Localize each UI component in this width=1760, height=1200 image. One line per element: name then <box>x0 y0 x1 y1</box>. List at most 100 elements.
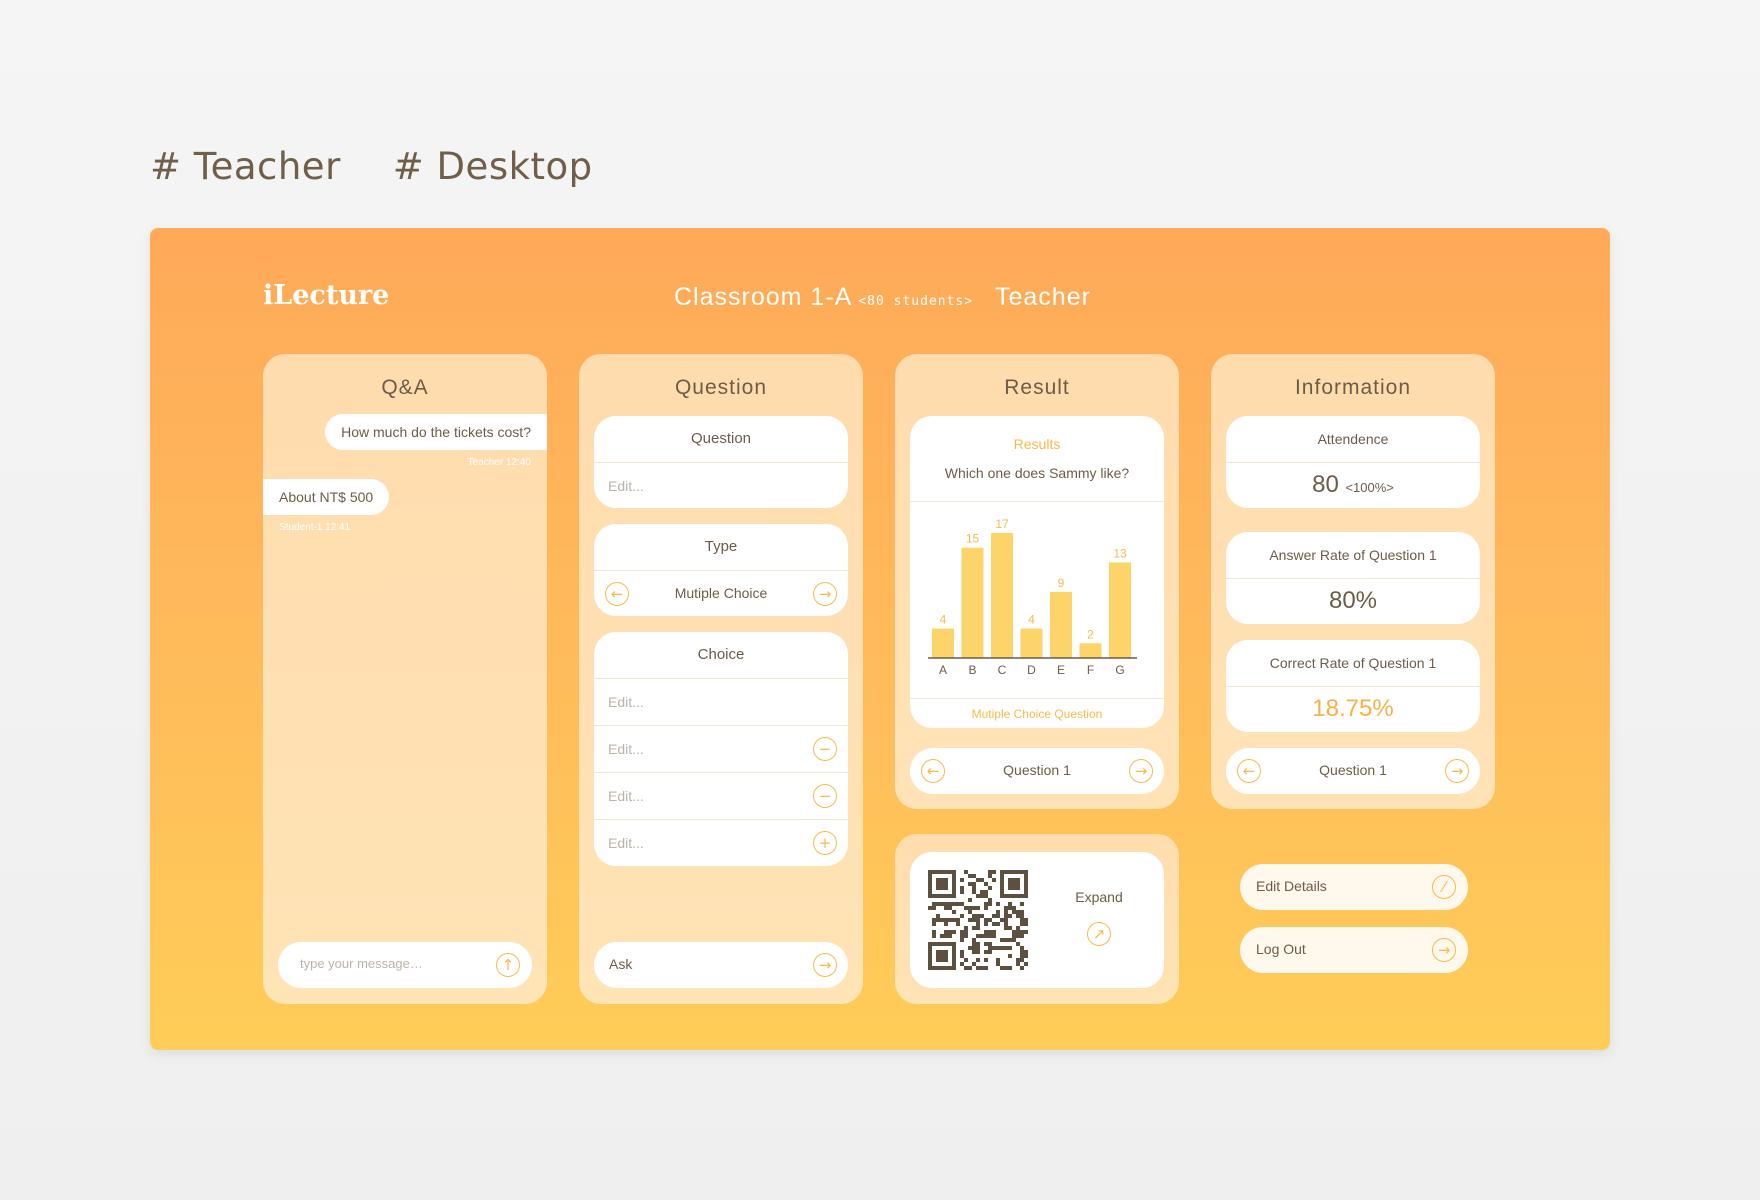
bar-label-G: G <box>1115 663 1124 677</box>
choice-placeholder: Edit... <box>608 741 644 757</box>
qr-code <box>928 870 1028 970</box>
results-bar-chart: 4 A 15 B 17 C 4 D 9 E 2 F 13 G <box>928 517 1137 677</box>
minus-icon[interactable]: − <box>813 784 837 808</box>
choice-placeholder: Edit... <box>608 694 644 710</box>
bar-label-A: A <box>939 663 947 677</box>
choice-placeholder: Edit... <box>608 835 644 851</box>
attendance-value-row: 80 <100%> <box>1226 462 1480 508</box>
chart-footer-text: Mutiple Choice Question <box>971 707 1103 721</box>
question-panel: Question Question Edit... Type ← Mutiple… <box>579 354 863 1004</box>
info-question-nav: ← Question 1 → <box>1226 748 1480 794</box>
chart-divider <box>910 501 1164 502</box>
bar-F <box>1079 643 1102 658</box>
attendance-percent: <100%> <box>1345 480 1394 495</box>
bar-value-B: 15 <box>966 532 980 546</box>
message-input-placeholder: type your message… <box>300 956 423 971</box>
answer-rate-label: Answer Rate of Question 1 <box>1269 547 1437 563</box>
qr-card: Expand ↗ <box>910 852 1164 988</box>
minus-icon[interactable]: − <box>813 737 837 761</box>
choice-label: Choice <box>697 646 745 663</box>
question-field[interactable]: Edit... <box>594 462 848 508</box>
arrow-right-icon: → <box>1432 938 1456 962</box>
result-question-nav: ← Question 1 → <box>910 748 1164 794</box>
plus-icon[interactable]: + <box>813 831 837 855</box>
edit-details-button[interactable]: Edit Details ⁄ <box>1240 864 1468 910</box>
question-panel-title: Question <box>674 376 768 399</box>
bar-value-C: 17 <box>995 517 1009 531</box>
correct-rate-label: Correct Rate of Question 1 <box>1269 655 1437 671</box>
choice-field-1[interactable]: Edit... <box>594 678 848 725</box>
message-bubble-teacher: How much do the tickets cost? <box>325 414 547 450</box>
information-title: Information <box>1294 376 1412 399</box>
attendance-value: 80 <box>1312 471 1339 498</box>
choice-card: Choice Edit... Edit... − Edit... − Edit.… <box>594 632 848 866</box>
log-out-button[interactable]: Log Out → <box>1240 927 1468 973</box>
brand-logo: iLecture <box>263 280 390 311</box>
bar-E <box>1050 591 1072 658</box>
bar-label-C: C <box>998 663 1007 677</box>
log-out-label: Log Out <box>1256 941 1306 957</box>
question-field-placeholder: Edit... <box>608 477 644 494</box>
result-nav-label: Question 1 <box>1003 762 1071 778</box>
student-count: <80 students> <box>858 294 974 309</box>
information-panel: Information Attendence 80 <100%> Answer … <box>1211 354 1495 809</box>
question-card: Question Edit... <box>594 416 848 508</box>
results-question: Which one does Sammy like? <box>944 465 1130 481</box>
message-bubble-student: About NT$ 500 <box>263 479 390 515</box>
chart-footer: Mutiple Choice Question <box>910 698 1164 728</box>
choice-placeholder: Edit... <box>608 788 644 804</box>
arrow-right-icon[interactable]: → <box>1445 759 1469 783</box>
qr-panel: Expand ↗ <box>895 834 1179 1004</box>
bar-value-D: 4 <box>1028 613 1035 627</box>
info-nav-label: Question 1 <box>1319 762 1387 778</box>
bar-value-F: 2 <box>1087 627 1094 641</box>
choice-field-4[interactable]: Edit... + <box>594 819 848 866</box>
answer-rate-card: Answer Rate of Question 1 80% <box>1226 532 1480 624</box>
message-meta-teacher: Teacher 12:40 <box>467 457 531 468</box>
ask-button[interactable]: Ask → <box>594 942 848 988</box>
result-title: Result <box>1004 376 1070 399</box>
results-card-title: Results <box>1013 436 1061 452</box>
question-label: Question <box>690 430 752 447</box>
classroom-title: Classroom 1-A <80 students> <box>674 283 973 312</box>
attendance-label: Attendence <box>1317 431 1389 447</box>
expand-label: Expand <box>1075 889 1123 905</box>
bar-label-B: B <box>968 663 976 677</box>
bar-D <box>1020 628 1043 658</box>
bar-label-E: E <box>1057 663 1065 677</box>
message-input[interactable]: type your message… ↑ <box>278 942 532 988</box>
correct-rate-card: Correct Rate of Question 1 18.75% <box>1226 640 1480 732</box>
tag-desktop: # Desktop <box>392 145 593 188</box>
type-label: Type <box>704 538 738 555</box>
bar-label-D: D <box>1027 663 1036 677</box>
choice-field-2[interactable]: Edit... − <box>594 725 848 772</box>
arrow-right-icon[interactable]: → <box>813 953 837 977</box>
qa-title: Q&A <box>381 376 429 399</box>
arrow-right-icon[interactable]: → <box>1129 759 1153 783</box>
attendance-card: Attendence 80 <100%> <box>1226 416 1480 508</box>
bar-G <box>1109 562 1131 658</box>
answer-rate-value: 80% <box>1226 578 1480 624</box>
bar-value-E: 9 <box>1058 576 1065 590</box>
result-panel: Result Results Which one does Sammy like… <box>895 354 1179 809</box>
pencil-icon: ⁄ <box>1432 875 1456 899</box>
expand-icon[interactable]: ↗ <box>1087 922 1111 946</box>
arrow-right-icon[interactable]: → <box>813 582 837 606</box>
choice-field-3[interactable]: Edit... − <box>594 772 848 819</box>
bar-B <box>961 547 984 658</box>
type-card: Type ← Mutiple Choice → <box>594 524 848 616</box>
type-selector: ← Mutiple Choice → <box>594 570 848 616</box>
bar-value-A: 4 <box>940 613 947 627</box>
page-tags: # Teacher # Desktop <box>150 145 593 188</box>
bar-label-F: F <box>1087 663 1094 677</box>
classroom-name: Classroom 1-A <box>674 283 853 311</box>
message-meta-student: Student-1 12:41 <box>279 522 351 533</box>
type-value: Mutiple Choice <box>674 585 768 601</box>
bar-A <box>932 628 954 658</box>
results-card: Results Which one does Sammy like? 4 A 15 B… <box>910 416 1164 728</box>
edit-details-label: Edit Details <box>1256 878 1327 894</box>
app-window: iLecture Classroom 1-A <80 students> Teac… <box>150 228 1610 1050</box>
arrow-up-icon[interactable]: ↑ <box>496 953 520 977</box>
tag-teacher: # Teacher <box>150 145 341 188</box>
correct-rate-value: 18.75% <box>1226 686 1480 732</box>
